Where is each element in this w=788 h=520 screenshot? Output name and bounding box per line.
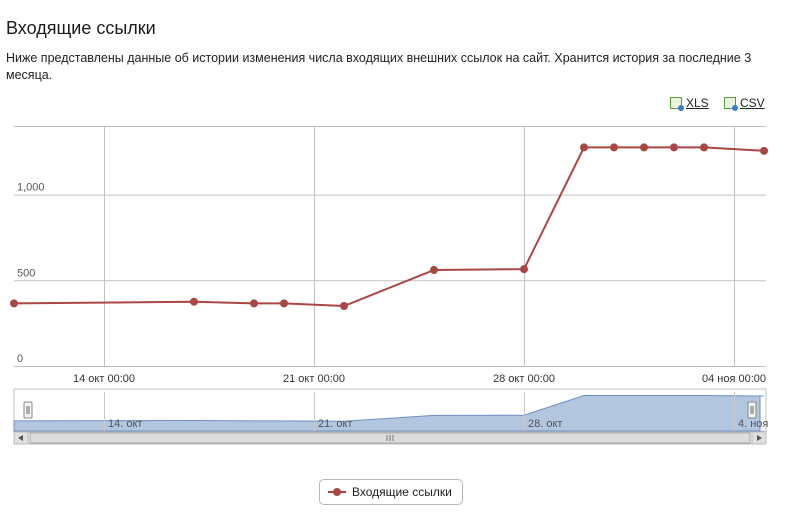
navigator-label: 14. окт	[108, 418, 142, 430]
data-point	[640, 143, 648, 152]
series-points	[10, 143, 768, 310]
scrollbar[interactable]	[13, 431, 767, 445]
navigator-handle-right[interactable]	[747, 401, 757, 419]
navigator: 14. окт 21. окт 28. окт 4. ноя	[13, 388, 768, 445]
x-tick-label: 28 окт 00:00	[493, 373, 555, 385]
navigator-label: 4. ноя	[738, 418, 768, 430]
data-point	[190, 297, 198, 306]
x-tick-label: 21 окт 00:00	[283, 373, 345, 385]
series-line	[13, 146, 765, 308]
data-point	[760, 146, 768, 155]
data-point	[340, 302, 348, 310]
data-point	[430, 266, 438, 274]
data-point	[700, 143, 708, 152]
data-point	[580, 143, 588, 152]
x-tick-label: 14 окт 00:00	[73, 373, 135, 385]
chart-grid	[14, 126, 766, 367]
data-point	[610, 143, 618, 152]
navigator-handle-left[interactable]	[23, 401, 33, 419]
links-chart: 0 500 1,000 14 окт 00:00 21 окт 00:00 28 окт…	[10, 126, 768, 445]
data-point	[670, 143, 678, 152]
data-point	[10, 299, 18, 308]
legend-label: Входящие ссылки	[352, 485, 452, 499]
navigator-label: 28. окт	[528, 418, 562, 430]
chart-legend[interactable]: Входящие ссылки	[319, 479, 463, 505]
y-axis-labels: 0 500 1,000	[17, 182, 45, 365]
y-tick-label: 500	[17, 267, 35, 279]
legend-marker-icon	[328, 487, 346, 497]
y-tick-label: 1,000	[17, 182, 45, 194]
data-point	[280, 299, 288, 308]
navigator-label: 21. окт	[318, 418, 352, 430]
data-point	[250, 299, 258, 308]
x-tick-label: 04 ноя 00:00	[702, 373, 766, 385]
y-tick-label: 0	[17, 353, 23, 365]
x-axis-labels: 14 окт 00:00 21 окт 00:00 28 окт 00:00 04 н…	[73, 373, 766, 385]
data-point	[520, 265, 528, 274]
